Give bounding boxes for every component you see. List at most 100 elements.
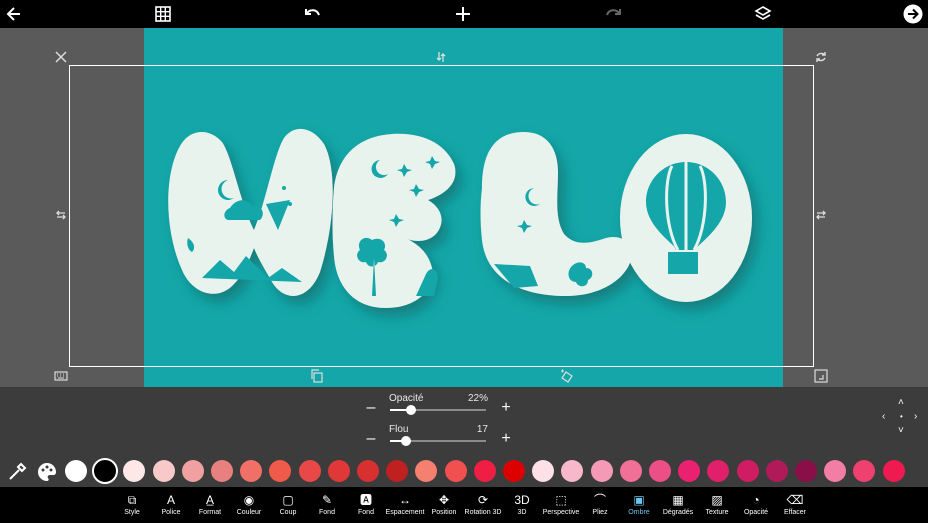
undo-icon[interactable] — [302, 3, 324, 25]
blur-plus-button[interactable]: + — [499, 431, 513, 447]
color-swatch[interactable] — [590, 460, 613, 482]
nudge-right-icon[interactable]: › — [914, 411, 917, 422]
tool-label: Texture — [705, 509, 729, 516]
brush-icon: ✎ — [321, 493, 333, 507]
selection-box[interactable] — [69, 65, 814, 367]
layers-icon[interactable] — [752, 3, 774, 25]
color-swatch[interactable] — [327, 460, 350, 482]
tool-ombre-button[interactable]: ▣ Ombre — [619, 491, 659, 521]
tool-pliez-button[interactable]: ⌒ Pliez — [580, 491, 620, 521]
tool-rotation-3d-button[interactable]: ⟳ Rotation 3D — [463, 491, 503, 521]
tool-couleur-button[interactable]: ◉ Couleur — [229, 491, 269, 521]
next-arrow-icon[interactable] — [902, 3, 924, 25]
tool-format-button[interactable]: A̲ Format — [190, 491, 230, 521]
color-swatch[interactable] — [882, 460, 905, 482]
texture-icon: ▨ — [711, 493, 723, 507]
blur-minus-button[interactable]: – — [364, 431, 378, 447]
rotate-icon[interactable] — [812, 48, 830, 66]
tool-label: Coup — [279, 509, 297, 516]
tool-espacement-button[interactable]: ↔ Espacement — [385, 491, 425, 521]
workspace — [0, 28, 928, 387]
color-swatch[interactable] — [240, 460, 263, 482]
tool-fond-button[interactable]: 🅰 Fond — [346, 491, 386, 521]
color-swatch[interactable] — [765, 460, 788, 482]
add-icon[interactable] — [452, 3, 474, 25]
tool-position-button[interactable]: ✥ Position — [424, 491, 464, 521]
color-swatch[interactable] — [357, 460, 379, 482]
color-swatch[interactable] — [298, 460, 321, 482]
color-swatch[interactable] — [123, 460, 146, 482]
gradient-icon: ▦ — [672, 493, 684, 507]
tool-perspective-button[interactable]: ⬚ Perspective — [541, 491, 581, 521]
resize-vertical-icon[interactable] — [432, 48, 450, 66]
color-swatch[interactable] — [532, 460, 555, 482]
tool-coup-button[interactable]: ▢ Coup — [268, 491, 308, 521]
color-swatch[interactable] — [211, 460, 233, 482]
palette-icon: ◉ — [243, 493, 255, 507]
color-swatch[interactable] — [561, 460, 584, 482]
nudge-left-icon[interactable]: ‹ — [882, 411, 885, 422]
color-swatch[interactable] — [503, 460, 525, 482]
opacity-slider-row: – Opacité 22% + — [364, 393, 514, 419]
color-swatch[interactable] — [269, 460, 292, 482]
keyboard-icon[interactable] — [52, 367, 70, 385]
grid-icon[interactable] — [152, 3, 174, 25]
color-swatch[interactable] — [152, 460, 175, 482]
move-icon: ✥ — [438, 493, 450, 507]
nudge-up-icon[interactable]: ˄ — [898, 397, 904, 408]
color-swatch[interactable] — [386, 460, 409, 482]
tool-police-button[interactable]: A Police — [151, 491, 191, 521]
color-swatch[interactable] — [473, 460, 496, 482]
shadow-controls: – Opacité 22% + – Flou 17 + ˄ ‹ • › ˅ — [0, 387, 928, 457]
eyedropper-icon[interactable] — [6, 461, 28, 483]
color-palette-row — [0, 457, 928, 487]
resize-corner-icon[interactable] — [812, 367, 830, 385]
nudge-down-icon[interactable]: ˅ — [898, 425, 904, 436]
duplicate-icon[interactable] — [308, 367, 326, 385]
resize-left-icon[interactable] — [52, 206, 70, 224]
tool-opacité-button[interactable]: ◔ Opacité — [736, 491, 776, 521]
tool-style-button[interactable]: ⧉ Style — [112, 491, 152, 521]
tool-effacer-button[interactable]: ⌫ Effacer — [775, 491, 815, 521]
format-icon: A̲ — [205, 493, 214, 507]
opacity-slider-thumb[interactable] — [406, 405, 417, 415]
color-swatch[interactable] — [181, 460, 204, 482]
blur-label: Flou — [389, 424, 409, 435]
spacing-icon: ↔ — [399, 493, 411, 507]
color-swatch[interactable] — [619, 460, 642, 482]
color-swatch[interactable] — [92, 458, 119, 484]
color-swatch[interactable] — [649, 460, 671, 482]
color-swatch[interactable] — [824, 460, 847, 482]
color-swatch[interactable] — [853, 460, 876, 482]
tool-label: Rotation 3D — [464, 509, 502, 516]
tool-label: Perspective — [542, 509, 580, 516]
opacity-plus-button[interactable]: + — [499, 400, 513, 416]
tool-dégradés-button[interactable]: ▦ Dégradés — [658, 491, 698, 521]
opacity-slider[interactable] — [390, 405, 486, 415]
blur-slider[interactable] — [390, 436, 486, 446]
tool-fond-button[interactable]: ✎ Fond — [307, 491, 347, 521]
transform-icon[interactable] — [558, 367, 576, 385]
opacity-minus-button[interactable]: – — [364, 400, 378, 416]
color-swatch[interactable] — [678, 460, 701, 482]
blur-slider-thumb[interactable] — [401, 436, 412, 446]
redo-icon[interactable] — [602, 3, 624, 25]
color-swatch[interactable] — [707, 460, 730, 482]
color-swatch[interactable] — [65, 460, 87, 482]
eraser-icon: ⌫ — [786, 493, 804, 507]
close-icon[interactable] — [52, 48, 70, 66]
color-swatch[interactable] — [444, 460, 467, 482]
tool-texture-button[interactable]: ▨ Texture — [697, 491, 737, 521]
3d-icon: 3D — [514, 493, 530, 507]
palette-icon[interactable] — [36, 461, 58, 483]
nudge-center-icon[interactable]: • — [900, 412, 903, 421]
back-arrow-icon[interactable] — [3, 3, 25, 25]
tool-label: Dégradés — [662, 509, 694, 516]
color-swatch[interactable] — [415, 460, 438, 482]
resize-right-icon[interactable] — [812, 206, 830, 224]
color-swatch[interactable] — [736, 460, 759, 482]
tool-3d-button[interactable]: 3D 3D — [502, 491, 542, 521]
color-swatch[interactable] — [795, 460, 817, 482]
rotation-3d-icon: ⟳ — [477, 493, 489, 507]
tool-label: Pliez — [592, 509, 608, 516]
